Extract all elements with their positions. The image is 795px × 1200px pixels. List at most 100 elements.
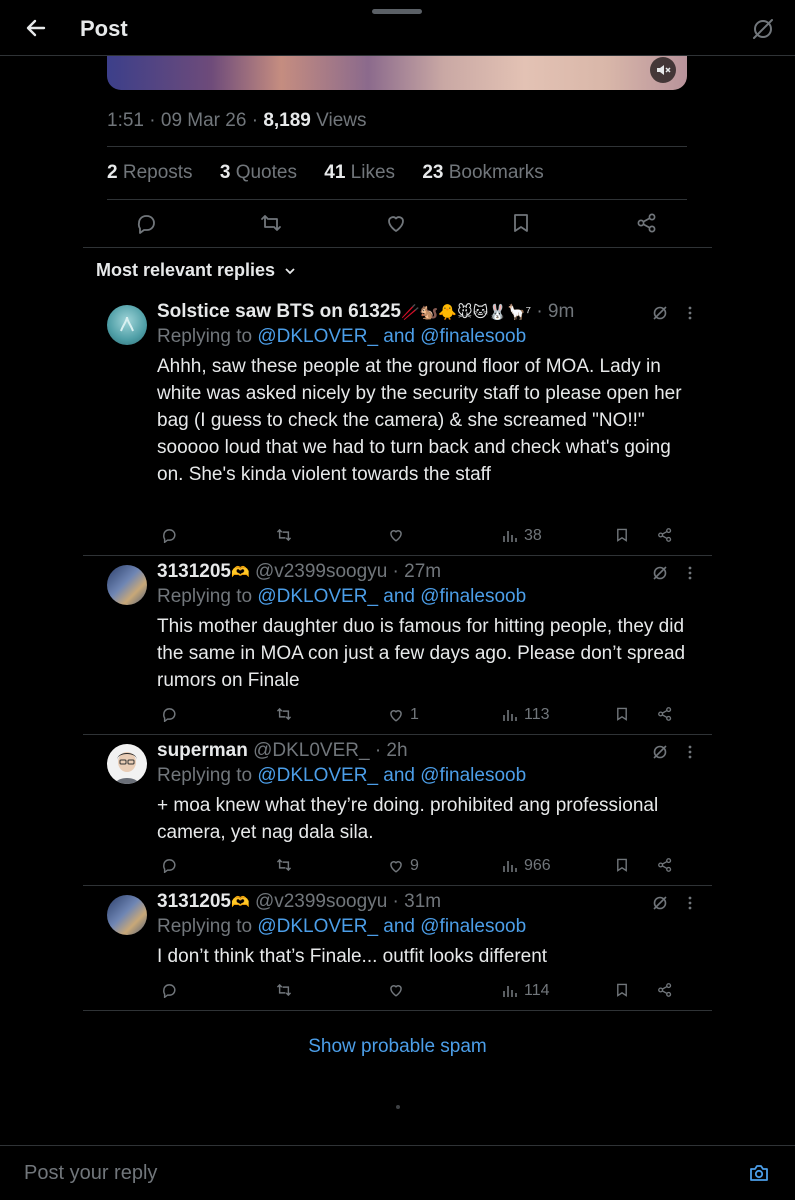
replying-to-mentions[interactable]: @DKLOVER_ and @finalesoob — [257, 765, 526, 786]
avatar[interactable] — [107, 895, 147, 935]
more-options-icon[interactable] — [687, 894, 693, 917]
show-probable-spam-link[interactable]: Show probable spam — [0, 1036, 795, 1058]
views-button[interactable]: 966 — [502, 857, 551, 875]
mute-icon[interactable] — [650, 57, 676, 83]
reply-text: Ahhh, saw these people at the ground flo… — [157, 356, 682, 485]
reply-time: · 27m — [392, 561, 442, 582]
heart-icon — [390, 530, 402, 542]
bookmark-icon[interactable] — [615, 527, 629, 543]
analytics-icon — [503, 861, 517, 872]
like-count: 9 — [410, 857, 419, 874]
analytics-icon — [503, 710, 517, 721]
reply-author-name[interactable]: 3131205 — [157, 561, 231, 582]
reply-actions: 114 — [157, 982, 677, 1002]
back-arrow-icon[interactable] — [24, 14, 48, 42]
reply-time: · 31m — [392, 891, 442, 912]
repost-icon[interactable] — [275, 982, 293, 998]
stats-divider-top — [107, 146, 687, 147]
share-icon[interactable] — [657, 857, 673, 873]
grok-icon[interactable] — [651, 743, 669, 766]
bookmark-icon[interactable] — [615, 857, 629, 873]
post-date: 09 Mar 26 — [160, 110, 247, 131]
grok-icon[interactable] — [750, 16, 776, 47]
reply-author-emoji: 🫶 — [230, 894, 250, 911]
reply-composer-input[interactable]: Post your reply — [24, 1162, 157, 1185]
page-title: Post — [80, 16, 128, 41]
more-options-icon[interactable] — [687, 743, 693, 766]
more-options-icon[interactable] — [687, 304, 693, 327]
share-icon[interactable] — [657, 982, 673, 998]
views-button[interactable]: 38 — [502, 527, 542, 545]
repost-icon[interactable] — [259, 212, 283, 239]
likes-stat[interactable]: 41 Likes — [324, 162, 395, 183]
actions-divider — [83, 247, 712, 248]
avatar[interactable] — [107, 744, 147, 784]
reply-item[interactable]: 3131205🫶 @v2399soogyu · 27m Replying to … — [83, 556, 712, 734]
grok-icon[interactable] — [651, 564, 669, 587]
reply-handle[interactable]: @DKL0VER_ — [253, 740, 369, 761]
replying-to-mentions[interactable]: @DKLOVER_ and @finalesoob — [257, 326, 526, 347]
quotes-stat[interactable]: 3 Quotes — [220, 162, 297, 183]
reply-divider — [83, 1010, 712, 1011]
like-button[interactable]: 1 — [388, 706, 419, 724]
reply-icon[interactable] — [161, 706, 177, 722]
bookmarks-stat[interactable]: 23 Bookmarks — [422, 162, 543, 183]
grok-icon[interactable] — [651, 304, 669, 327]
reply-icon[interactable] — [135, 212, 157, 239]
video-thumbnail[interactable] — [107, 56, 687, 90]
bookmark-icon[interactable] — [615, 982, 629, 998]
replying-to-label: Replying to — [157, 326, 253, 347]
reply-author-name[interactable]: 3131205 — [157, 891, 231, 912]
reply-item[interactable]: superman @DKL0VER_ · 2h Replying to @DKL… — [83, 735, 712, 885]
reply-item[interactable]: 3131205🫶 @v2399soogyu · 31m Replying to … — [83, 886, 712, 1010]
reply-text: This mother daughter duo is famous for h… — [157, 616, 686, 691]
reply-time: · 2h — [374, 740, 408, 761]
replying-to-mentions[interactable]: @DKLOVER_ and @finalesoob — [257, 586, 526, 607]
reply-author-name[interactable]: Solstice saw BTS on 61325 — [157, 301, 401, 322]
like-button[interactable] — [388, 982, 410, 998]
chevron-down-icon — [285, 268, 295, 275]
analytics-icon — [503, 986, 517, 997]
view-count: 113 — [524, 706, 550, 723]
post-stats: 2 Reposts 3 Quotes 41 Likes 23 Bookmarks — [107, 162, 566, 184]
heart-icon — [390, 710, 402, 722]
reposts-stat[interactable]: 2 Reposts — [107, 162, 193, 183]
bookmark-icon[interactable] — [511, 212, 531, 239]
grok-icon[interactable] — [651, 894, 669, 917]
camera-icon[interactable] — [748, 1162, 770, 1189]
replying-to-mentions[interactable]: @DKLOVER_ and @finalesoob — [257, 916, 526, 937]
share-icon[interactable] — [657, 706, 673, 722]
post-meta: 1:51 · 09 Mar 26 · 8,189 Views — [107, 110, 367, 131]
view-count: 38 — [524, 527, 542, 544]
views-label: Views — [316, 110, 367, 131]
repost-icon[interactable] — [275, 857, 293, 873]
analytics-icon — [503, 531, 517, 542]
reply-handle[interactable]: @v2399soogyu — [255, 891, 387, 912]
more-options-icon[interactable] — [687, 564, 693, 587]
repost-icon[interactable] — [275, 706, 293, 722]
reply-sort-dropdown[interactable]: Most relevant replies — [96, 260, 296, 281]
bookmark-icon[interactable] — [615, 706, 629, 722]
reply-icon[interactable] — [161, 982, 177, 998]
reply-icon[interactable] — [161, 857, 177, 873]
reply-item[interactable]: Solstice saw BTS on 61325🥢🐿️🐥🐭🐱🐰🦙⁷ · 9m … — [83, 296, 712, 556]
share-icon[interactable] — [636, 212, 658, 239]
stats-divider-bottom — [107, 199, 687, 200]
share-icon[interactable] — [657, 527, 673, 543]
reply-actions: 38 — [157, 527, 677, 547]
reply-handle[interactable]: @v2399soogyu — [255, 561, 387, 582]
heart-icon — [390, 861, 402, 873]
reply-actions: 9 966 — [157, 857, 677, 877]
avatar[interactable] — [107, 565, 147, 605]
loading-dot — [396, 1105, 400, 1109]
repost-icon[interactable] — [275, 527, 293, 543]
like-button[interactable] — [388, 527, 410, 543]
views-button[interactable]: 113 — [502, 706, 550, 724]
views-button[interactable]: 114 — [502, 982, 550, 1000]
reply-icon[interactable] — [161, 527, 177, 543]
reply-sort-label: Most relevant replies — [96, 260, 276, 280]
reply-author-name[interactable]: superman — [157, 740, 248, 761]
like-button[interactable]: 9 — [388, 857, 419, 875]
avatar[interactable] — [107, 305, 147, 345]
like-icon[interactable] — [385, 212, 407, 239]
